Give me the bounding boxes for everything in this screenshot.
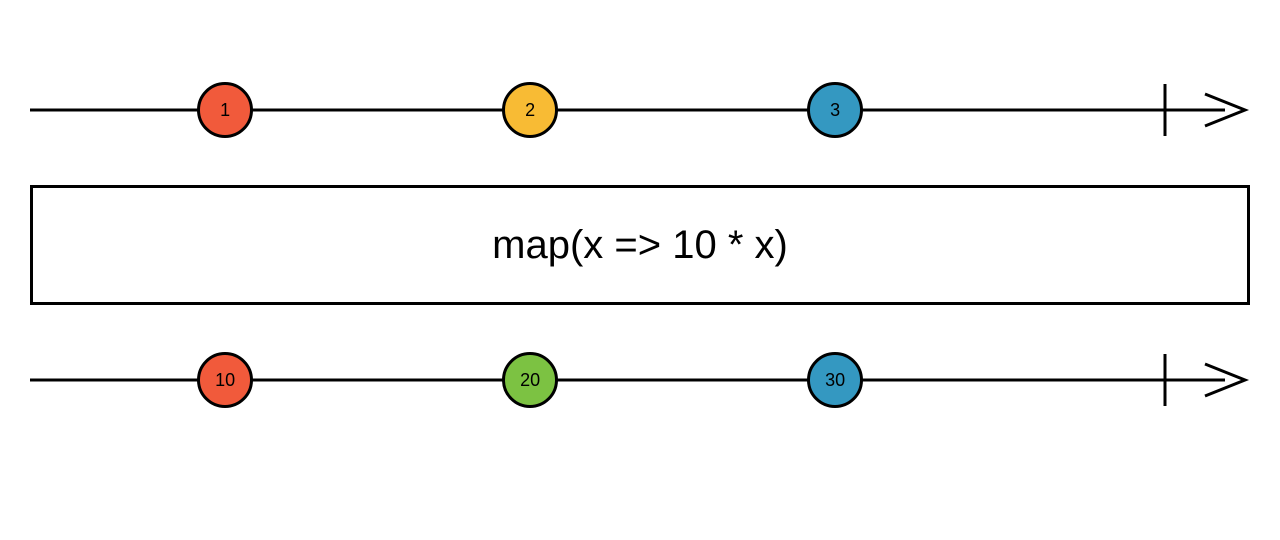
- operator-label: map(x => 10 * x): [492, 223, 788, 268]
- operator-box: map(x => 10 * x): [30, 185, 1250, 305]
- input-marble-1: 1: [197, 82, 253, 138]
- output-marble-1: 10: [197, 352, 253, 408]
- input-timeline: 1 2 3: [30, 70, 1250, 150]
- output-timeline: 10 20 30: [30, 340, 1250, 420]
- input-complete-marker: [1163, 84, 1166, 136]
- output-complete-marker: [1163, 354, 1166, 406]
- marble-diagram: 1 2 3 map(x => 10 * x) 10 20 30: [30, 70, 1250, 420]
- input-marble-3: 3: [807, 82, 863, 138]
- input-marble-2: 2: [502, 82, 558, 138]
- output-marble-3: 30: [807, 352, 863, 408]
- output-marble-2: 20: [502, 352, 558, 408]
